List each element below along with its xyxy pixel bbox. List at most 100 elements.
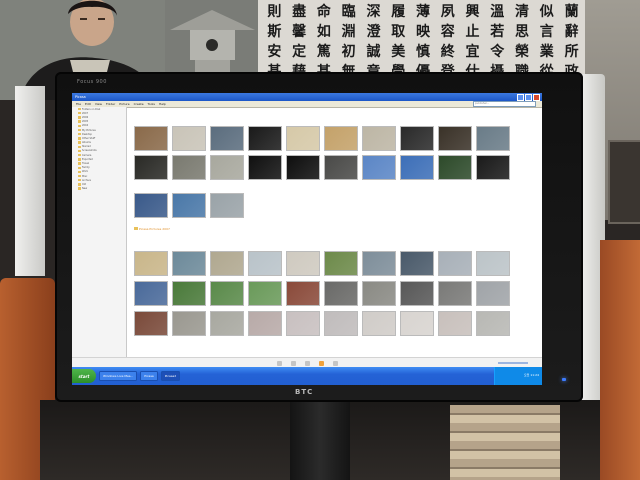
photo-thumbnail[interactable] bbox=[476, 311, 510, 336]
sidebar-folder-label: My Pictures bbox=[82, 128, 96, 132]
photo-thumbnail[interactable] bbox=[476, 155, 510, 180]
photo-thumbnail[interactable] bbox=[400, 126, 434, 151]
photo-thumbnail[interactable] bbox=[400, 281, 434, 306]
photo-thumbnail[interactable] bbox=[210, 193, 244, 218]
calligraphy-glyph: 溫 bbox=[490, 4, 505, 20]
photo-thumbnail[interactable] bbox=[172, 251, 206, 276]
photo-thumbnail[interactable] bbox=[400, 251, 434, 276]
menu-item-file[interactable]: File bbox=[76, 102, 81, 106]
photo-thumbnail[interactable] bbox=[210, 281, 244, 306]
zoom-slider[interactable] bbox=[498, 362, 528, 364]
calligraphy-glyph: 初 bbox=[341, 44, 356, 60]
upload-icon[interactable] bbox=[276, 360, 282, 366]
photo-thumbnail[interactable] bbox=[286, 311, 320, 336]
photo-thumbnail[interactable] bbox=[324, 126, 358, 151]
photo-thumbnail[interactable] bbox=[248, 311, 282, 336]
taskbar-item-picasa[interactable]: Picasa bbox=[140, 371, 158, 381]
sidebar-folder-label: Desktop bbox=[82, 132, 92, 136]
photo-thumbnail[interactable] bbox=[438, 126, 472, 151]
photo-thumbnail[interactable] bbox=[324, 155, 358, 180]
photo-thumbnail[interactable] bbox=[476, 281, 510, 306]
taskbar-item-messenger[interactable]: Windows Live Mes... bbox=[99, 371, 138, 381]
calligraphy-glyph: 業 bbox=[539, 44, 554, 60]
shop-icon[interactable] bbox=[332, 360, 338, 366]
start-button[interactable]: start bbox=[72, 369, 96, 383]
photo-thumbnail[interactable] bbox=[172, 126, 206, 151]
photo-thumbnail[interactable] bbox=[438, 311, 472, 336]
calligraphy-glyph: 則 bbox=[267, 4, 282, 20]
photo-thumbnail[interactable] bbox=[248, 126, 282, 151]
photo-thumbnail[interactable] bbox=[286, 126, 320, 151]
photo-thumbnail[interactable] bbox=[362, 251, 396, 276]
photo-thumbnail[interactable] bbox=[324, 251, 358, 276]
photo-thumbnail[interactable] bbox=[286, 251, 320, 276]
photo-thumbnail[interactable] bbox=[210, 126, 244, 151]
email-icon[interactable] bbox=[290, 360, 296, 366]
folder-icon bbox=[78, 145, 81, 148]
close-button[interactable] bbox=[533, 93, 540, 101]
sidebar-folder-item[interactable]: New bbox=[78, 187, 126, 191]
print-icon[interactable] bbox=[304, 360, 310, 366]
monitor: Focus 900 BTC Picasa File Edit View Fold… bbox=[55, 72, 583, 402]
monitor-brand-bottom: BTC bbox=[295, 388, 314, 396]
folder-icon bbox=[78, 153, 81, 157]
photo-thumbnail[interactable] bbox=[476, 251, 510, 276]
photo-thumbnail[interactable] bbox=[438, 251, 472, 276]
photo-thumbnail[interactable] bbox=[362, 126, 396, 151]
photo-thumbnail[interactable] bbox=[134, 281, 168, 306]
folder-icon bbox=[78, 166, 81, 169]
calligraphy-glyph: 止 bbox=[465, 24, 480, 40]
photo-thumbnail[interactable] bbox=[400, 311, 434, 336]
photo-thumbnail[interactable] bbox=[210, 251, 244, 276]
minimize-button[interactable] bbox=[517, 93, 524, 101]
menu-item-folder[interactable]: Folder bbox=[106, 102, 115, 106]
photo-thumbnail[interactable] bbox=[172, 155, 206, 180]
photo-thumbnail[interactable] bbox=[362, 281, 396, 306]
photo-thumbnail[interactable] bbox=[134, 126, 168, 151]
calligraphy-glyph: 興 bbox=[465, 4, 480, 20]
menu-item-picture[interactable]: Picture bbox=[119, 102, 129, 106]
photo-thumbnail[interactable] bbox=[172, 311, 206, 336]
photo-thumbnail[interactable] bbox=[438, 281, 472, 306]
photo-thumbnail[interactable] bbox=[286, 281, 320, 306]
photo-thumbnail[interactable] bbox=[134, 311, 168, 336]
photo-thumbnail[interactable] bbox=[248, 155, 282, 180]
photo-thumbnail[interactable] bbox=[134, 155, 168, 180]
menu-item-edit[interactable]: Edit bbox=[85, 102, 91, 106]
menu-item-help[interactable]: Help bbox=[159, 102, 166, 106]
photo-thumbnail[interactable] bbox=[286, 155, 320, 180]
folder-icon bbox=[78, 158, 81, 161]
photo-thumbnail[interactable] bbox=[248, 281, 282, 306]
photo-thumbnail[interactable] bbox=[400, 155, 434, 180]
calligraphy-glyph: 定 bbox=[292, 44, 307, 60]
orange-chair-right bbox=[600, 240, 640, 480]
photo-thumbnail[interactable] bbox=[134, 251, 168, 276]
photo-thumbnail[interactable] bbox=[438, 155, 472, 180]
photo-thumbnail[interactable] bbox=[210, 311, 244, 336]
sidebar-folder-label: Screenshots bbox=[82, 149, 97, 153]
menu-item-tools[interactable]: Tools bbox=[148, 102, 155, 106]
menu-item-view[interactable]: View bbox=[95, 102, 102, 106]
photo-thumbnail[interactable] bbox=[362, 155, 396, 180]
folder-icon bbox=[78, 162, 81, 165]
menu-item-create[interactable]: Create bbox=[134, 102, 144, 106]
calligraphy-glyph: 似 bbox=[539, 4, 554, 20]
calligraphy-glyph: 所 bbox=[564, 44, 579, 60]
photo-thumbnail[interactable] bbox=[210, 155, 244, 180]
photo-thumbnail[interactable] bbox=[248, 251, 282, 276]
photo-thumbnail[interactable] bbox=[172, 193, 206, 218]
search-input[interactable]: publisher... bbox=[473, 101, 536, 107]
photo-thumbnail[interactable] bbox=[324, 311, 358, 336]
photo-thumbnail[interactable] bbox=[476, 126, 510, 151]
folder-icon bbox=[78, 174, 81, 178]
photo-thumbnail[interactable] bbox=[362, 311, 396, 336]
photo-thumbnail[interactable] bbox=[324, 281, 358, 306]
export-icon[interactable] bbox=[318, 360, 324, 366]
photo-thumbnail[interactable] bbox=[134, 193, 168, 218]
taskbar-item-picasa2[interactable]: Picasa2 bbox=[160, 371, 181, 381]
maximize-button[interactable] bbox=[525, 93, 532, 101]
folder-header[interactable]: Picasa Pictures 2007 bbox=[134, 227, 170, 231]
photo-thumbnail[interactable] bbox=[172, 281, 206, 306]
calligraphy-glyph: 令 bbox=[490, 44, 505, 60]
taskbar: start Windows Live Mes... Picasa Picasa2… bbox=[72, 367, 542, 385]
